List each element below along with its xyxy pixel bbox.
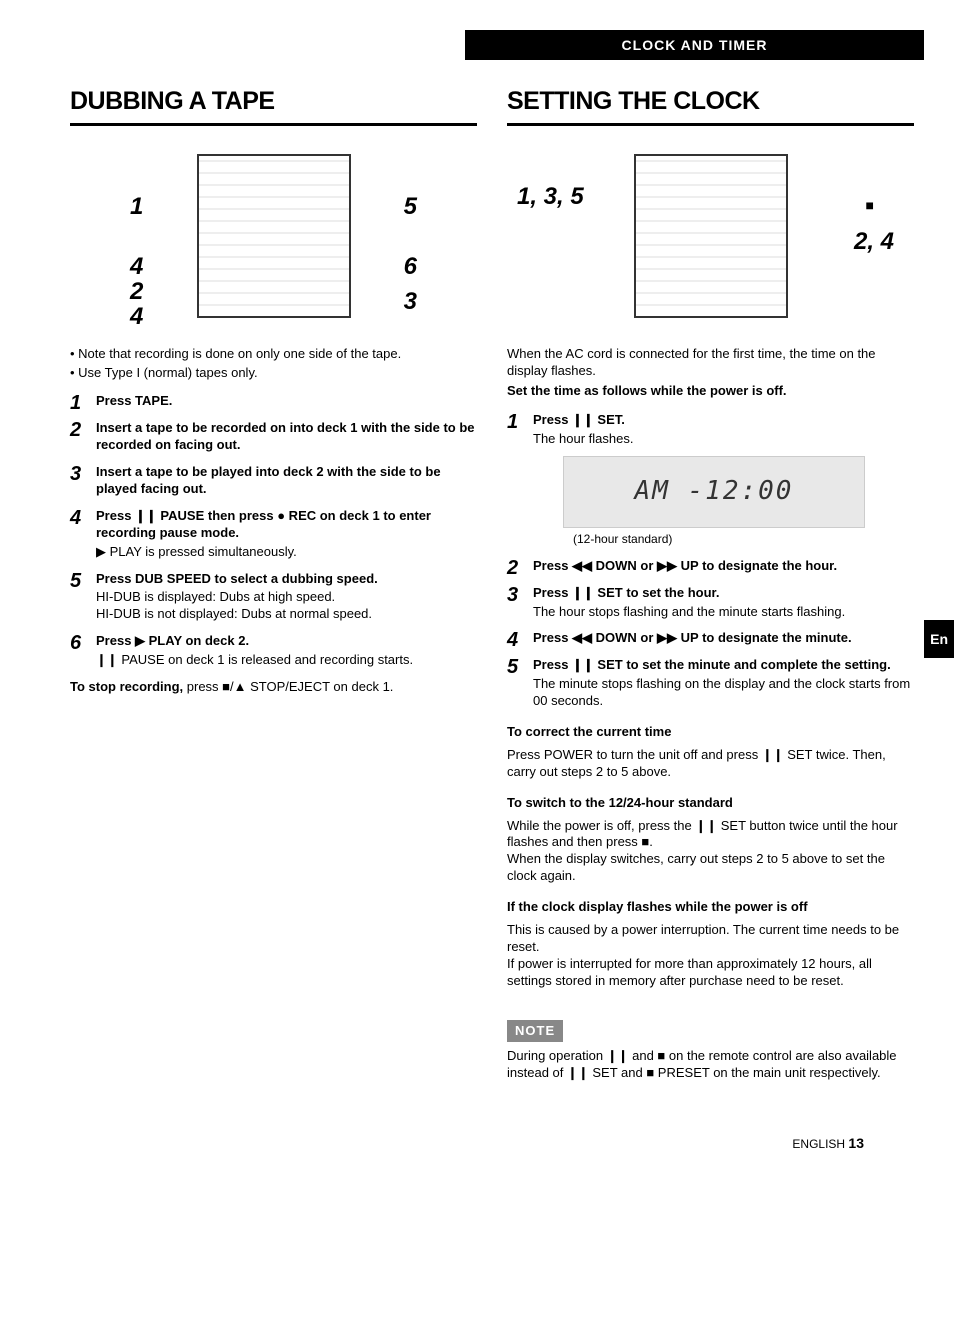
diagram-label: 6 — [404, 251, 417, 282]
step-sub: ▶ PLAY is pressed simultaneously. — [96, 544, 477, 561]
stop-recording-note: To stop recording, press ■/▲ STOP/EJECT … — [70, 679, 477, 696]
diagram-label: 2, 4 — [854, 226, 894, 257]
right-column: SETTING THE CLOCK 1, 3, 5 ■ 2, 4 When th… — [507, 70, 914, 1094]
diagram-label: 3 — [404, 286, 417, 317]
step-title: Press ◀◀ DOWN or ▶▶ UP to designate the … — [533, 630, 914, 647]
diagram-label: 1 — [130, 191, 143, 222]
step-sub: The hour flashes. — [533, 431, 914, 448]
step-title: Press TAPE. — [96, 393, 477, 410]
subhead-switch: To switch to the 12/24-hour standard — [507, 795, 914, 812]
language-tab: En — [924, 620, 954, 658]
note-text: During operation ❙❙ and ■ on the remote … — [507, 1048, 914, 1082]
step-item: 6 Press ▶ PLAY on deck 2. ❙❙ PAUSE on de… — [70, 633, 477, 669]
step-number: 5 — [507, 654, 518, 680]
step-number: 2 — [70, 417, 81, 443]
steps-list: 1 Press ❙❙ SET. The hour flashes. AM -12… — [507, 412, 914, 710]
section-header-bar: CLOCK AND TIMER — [465, 30, 924, 60]
left-column: DUBBING A TAPE 1 4 2 4 5 6 3 • Note that… — [70, 70, 477, 1094]
step-title: Press ❙❙ SET. — [533, 412, 914, 429]
stop-text: press ■/▲ STOP/EJECT on deck 1. — [183, 679, 393, 694]
diagram-label: 4 — [130, 301, 143, 332]
para-correct: Press POWER to turn the unit off and pre… — [507, 747, 914, 781]
diagram-label-stop-icon: ■ — [866, 196, 874, 214]
step-item: 5 Press ❙❙ SET to set the minute and com… — [507, 657, 914, 710]
step-sub: The minute stops flashing on the display… — [533, 676, 914, 710]
heading-clock: SETTING THE CLOCK — [507, 85, 914, 118]
step-number: 1 — [70, 390, 81, 416]
note-line: • Use Type I (normal) tapes only. — [70, 365, 477, 382]
step-item: 3 Press ❙❙ SET to set the hour. The hour… — [507, 585, 914, 621]
para-flash: This is caused by a power interruption. … — [507, 922, 914, 990]
lcd-display: AM -12:00 — [563, 456, 865, 528]
step-number: 2 — [507, 555, 518, 581]
step-sub: ❙❙ PAUSE on deck 1 is released and recor… — [96, 652, 477, 669]
step-number: 4 — [70, 505, 81, 531]
step-title: Press ❙❙ PAUSE then press ● REC on deck … — [96, 508, 477, 542]
step-item: 5 Press DUB SPEED to select a dubbing sp… — [70, 571, 477, 624]
display-caption: (12-hour standard) — [573, 532, 914, 548]
diagram-label: 5 — [404, 191, 417, 222]
step-sub: The hour stops flashing and the minute s… — [533, 604, 914, 621]
diagram-dubbing: 1 4 2 4 5 6 3 — [70, 141, 477, 331]
para-switch: While the power is off, press the ❙❙ SET… — [507, 818, 914, 886]
step-title: Press ❙❙ SET to set the minute and compl… — [533, 657, 914, 674]
page-footer: ENGLISH 13 — [70, 1134, 914, 1153]
step-number: 3 — [70, 461, 81, 487]
subhead-correct: To correct the current time — [507, 724, 914, 741]
notes-block: • Note that recording is done on only on… — [70, 346, 477, 382]
step-number: 4 — [507, 627, 518, 653]
step-item: 1 Press ❙❙ SET. The hour flashes. AM -12… — [507, 412, 914, 547]
heading-rule — [70, 123, 477, 126]
diagram-clock: 1, 3, 5 ■ 2, 4 — [507, 141, 914, 331]
step-item: 3 Insert a tape to be played into deck 2… — [70, 464, 477, 498]
step-title: Press ◀◀ DOWN or ▶▶ UP to designate the … — [533, 558, 914, 575]
step-item: 2 Insert a tape to be recorded on into d… — [70, 420, 477, 454]
step-title: Insert a tape to be recorded on into dec… — [96, 420, 477, 454]
step-number: 1 — [507, 409, 518, 435]
intro-text: When the AC cord is connected for the fi… — [507, 346, 914, 380]
stop-title: To stop recording, — [70, 679, 183, 694]
steps-list: 1 Press TAPE. 2 Insert a tape to be reco… — [70, 393, 477, 669]
step-item: 1 Press TAPE. — [70, 393, 477, 410]
step-item: 2 Press ◀◀ DOWN or ▶▶ UP to designate th… — [507, 558, 914, 575]
step-number: 6 — [70, 630, 81, 656]
subhead-flash: If the clock display flashes while the p… — [507, 899, 914, 916]
intro-bold: Set the time as follows while the power … — [507, 383, 914, 400]
step-title: Press DUB SPEED to select a dubbing spee… — [96, 571, 477, 588]
step-item: 4 Press ❙❙ PAUSE then press ● REC on dec… — [70, 508, 477, 561]
step-item: 4 Press ◀◀ DOWN or ▶▶ UP to designate th… — [507, 630, 914, 647]
step-title: Press ▶ PLAY on deck 2. — [96, 633, 477, 650]
note-label-box: NOTE — [507, 1020, 563, 1043]
heading-dubbing: DUBBING A TAPE — [70, 85, 477, 118]
step-sub: HI-DUB is displayed: Dubs at high speed.… — [96, 589, 477, 623]
step-title: Insert a tape to be played into deck 2 w… — [96, 464, 477, 498]
diagram-label: 1, 3, 5 — [517, 181, 584, 212]
step-number: 5 — [70, 568, 81, 594]
footer-page-number: 13 — [848, 1135, 864, 1151]
heading-rule — [507, 123, 914, 126]
step-number: 3 — [507, 582, 518, 608]
step-title: Press ❙❙ SET to set the hour. — [533, 585, 914, 602]
footer-lang: ENGLISH — [792, 1137, 848, 1151]
note-line: • Note that recording is done on only on… — [70, 346, 477, 363]
